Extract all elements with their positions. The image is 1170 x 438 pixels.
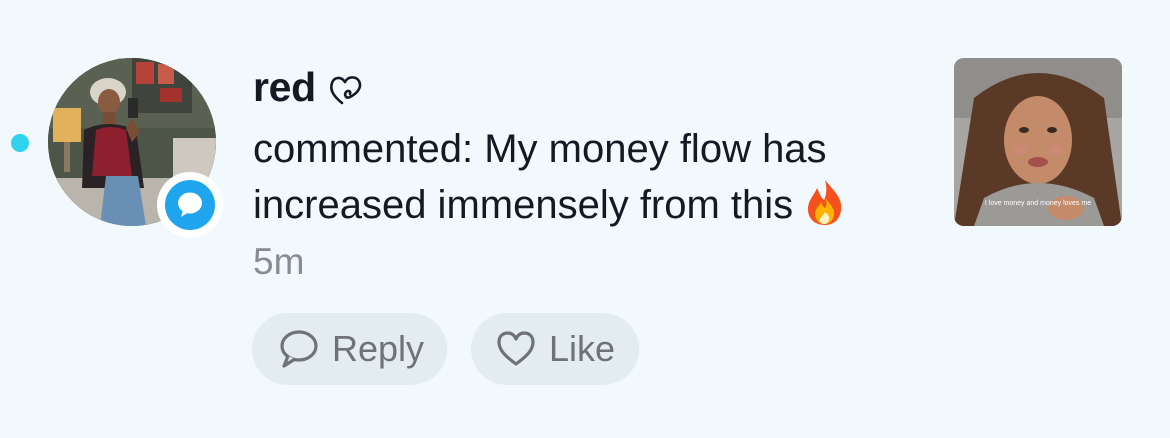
comment-text: commented: My money flow has increased i… (253, 121, 933, 233)
heart-icon (497, 331, 535, 366)
heart-outline-icon (329, 76, 362, 105)
timestamp: 5m (253, 241, 305, 282)
notification-item[interactable]: red commented: My money flow has increas… (0, 0, 1170, 438)
like-button[interactable]: Like (471, 313, 639, 385)
like-label: Like (549, 328, 616, 369)
reply-button[interactable]: Reply (252, 313, 447, 385)
reply-label: Reply (332, 328, 425, 369)
reply-bubble-icon (280, 330, 318, 368)
fire-icon (808, 180, 842, 225)
notification-content: red commented: My money flow has increas… (253, 62, 933, 290)
username[interactable]: red (253, 64, 316, 111)
comment-bubble-icon (178, 192, 202, 217)
comment-badge (157, 172, 223, 238)
comment-body: commented: My money flow has increased i… (253, 127, 827, 227)
action-bar: Reply Like (252, 313, 639, 385)
unread-indicator (11, 134, 29, 152)
thumbnail-caption: I love money and money loves me (984, 200, 1092, 207)
video-thumbnail[interactable]: I love money and money loves me (954, 58, 1122, 226)
